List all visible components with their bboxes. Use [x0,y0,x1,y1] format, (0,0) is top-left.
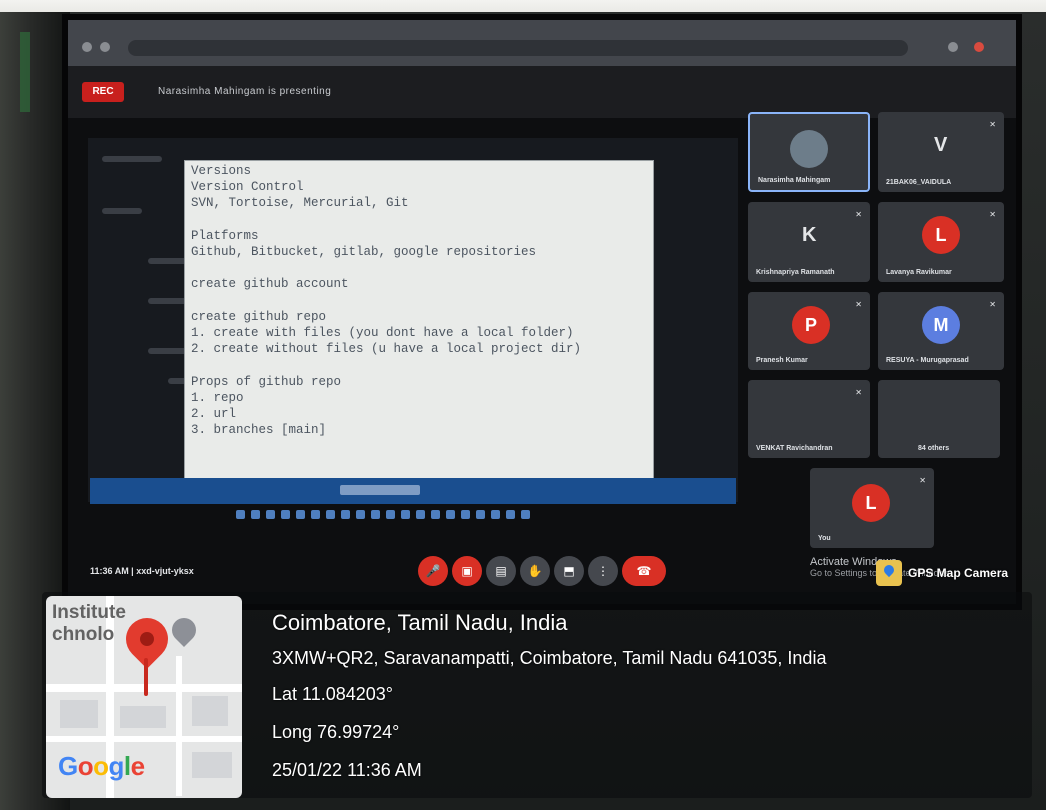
location-pin-stem [144,658,148,696]
participant-group-avatar [918,392,956,430]
leave-call-button[interactable]: ☎ [622,556,666,586]
notepad-text: Versions Version Control SVN, Tortoise, … [191,164,582,438]
mic-off-icon: ✕ [855,300,862,309]
github-logo-bar [102,156,162,162]
mic-off-icon: ✕ [855,388,862,397]
taskbar-search[interactable] [340,485,420,495]
participant-name: Pranesh Kumar [756,357,808,364]
captions-button[interactable]: ▤ [486,556,516,586]
camera-button[interactable]: ▣ [452,556,482,586]
meet-header: REC Narasimha Mahingam is presenting [68,66,1016,118]
participant-tile[interactable]: Narasimha Mahingam [748,112,870,192]
gps-app-badge: GPS Map Camera [876,560,1024,586]
map-block [192,696,228,726]
github-nav-line [102,208,142,214]
poi-marker-icon [167,613,201,647]
map-thumbnail: Institute chnolo Google [46,596,242,798]
gps-city: Coimbatore, Tamil Nadu, India [272,610,568,635]
gps-map-camera-icon [876,560,902,586]
participant-name: 21BAK06_VAIDULA [886,179,952,186]
mic-off-icon: ✕ [989,210,996,219]
taskbar-icon-row [236,506,636,520]
back-icon[interactable] [82,42,92,52]
map-block [60,700,98,728]
participant-tile[interactable]: K Krishnapriya Ramanath ✕ [748,202,870,282]
participant-name: 84 others [918,445,950,452]
profile-icon[interactable] [974,42,984,52]
participant-initial: V [934,134,948,156]
participant-tile[interactable]: M RESUYA - Murugaprasad ✕ [878,292,1004,370]
participant-photo [790,130,828,168]
participant-photo [790,394,828,432]
mic-off-icon: ✕ [855,210,862,219]
map-block [120,706,166,728]
map-place-label: Institute chnolo [52,602,126,645]
participant-tile[interactable]: P Pranesh Kumar ✕ [748,292,870,370]
map-road [46,736,242,742]
address-bar[interactable] [128,40,908,56]
participant-tile[interactable]: V 21BAK06_VAIDULA ✕ [878,112,1004,192]
self-view-tile[interactable]: L You ✕ [810,468,934,548]
extension-icon[interactable] [948,42,958,52]
participant-tile[interactable]: 84 others [878,380,1000,458]
google-logo: Google [58,751,145,781]
participant-name: Krishnapriya Ramanath [756,269,835,276]
meeting-time: 11:36 AM | xxd-vjut-yksx [90,566,194,576]
more-options-button[interactable]: ⋮ [588,556,618,586]
notepad-window: Versions Version Control SVN, Tortoise, … [184,160,654,480]
map-road [176,656,182,796]
gps-longitude: Long 76.99724° [272,722,400,742]
present-button[interactable]: ⬒ [554,556,584,586]
gps-datetime: 25/01/22 11:36 AM [272,760,422,780]
participant-avatar: M [922,306,960,344]
mic-off-icon: ✕ [919,476,926,485]
participant-initial: K [802,224,817,246]
participant-name: RESUYA - Murugaprasad [886,357,969,364]
photo-scene: REC Narasimha Mahingam is presenting Ver… [0,0,1046,810]
participant-name: You [818,535,831,542]
participant-avatar: P [792,306,830,344]
participant-name: Narasimha Mahingam [758,177,831,184]
participant-tile[interactable]: VENKAT Ravichandran ✕ [748,380,870,458]
raise-hand-button[interactable]: ✋ [520,556,550,586]
mic-button[interactable]: 🎤 [418,556,448,586]
mic-off-icon: ✕ [989,300,996,309]
browser-toolbar [68,20,1016,66]
participant-avatar: L [852,484,890,522]
participant-name: Lavanya Ravikumar [886,269,952,276]
gps-latitude: Lat 11.084203° [272,684,393,704]
participant-tile[interactable]: L Lavanya Ravikumar ✕ [878,202,1004,282]
gps-address: 3XMW+QR2, Saravanampatti, Coimbatore, Ta… [272,648,827,668]
mic-off-icon: ✕ [989,120,996,129]
participant-name: VENKAT Ravichandran [756,445,833,452]
green-object [20,32,30,112]
forward-icon[interactable] [100,42,110,52]
map-block [192,752,232,778]
gps-app-name: GPS Map Camera [908,566,1009,580]
github-nav-line [148,348,188,354]
recording-badge: REC [82,82,124,102]
presenter-title: Narasimha Mahingam is presenting [158,86,332,97]
participant-avatar: L [922,216,960,254]
monitor-screen: REC Narasimha Mahingam is presenting Ver… [62,14,1022,610]
windows-taskbar [90,478,736,504]
